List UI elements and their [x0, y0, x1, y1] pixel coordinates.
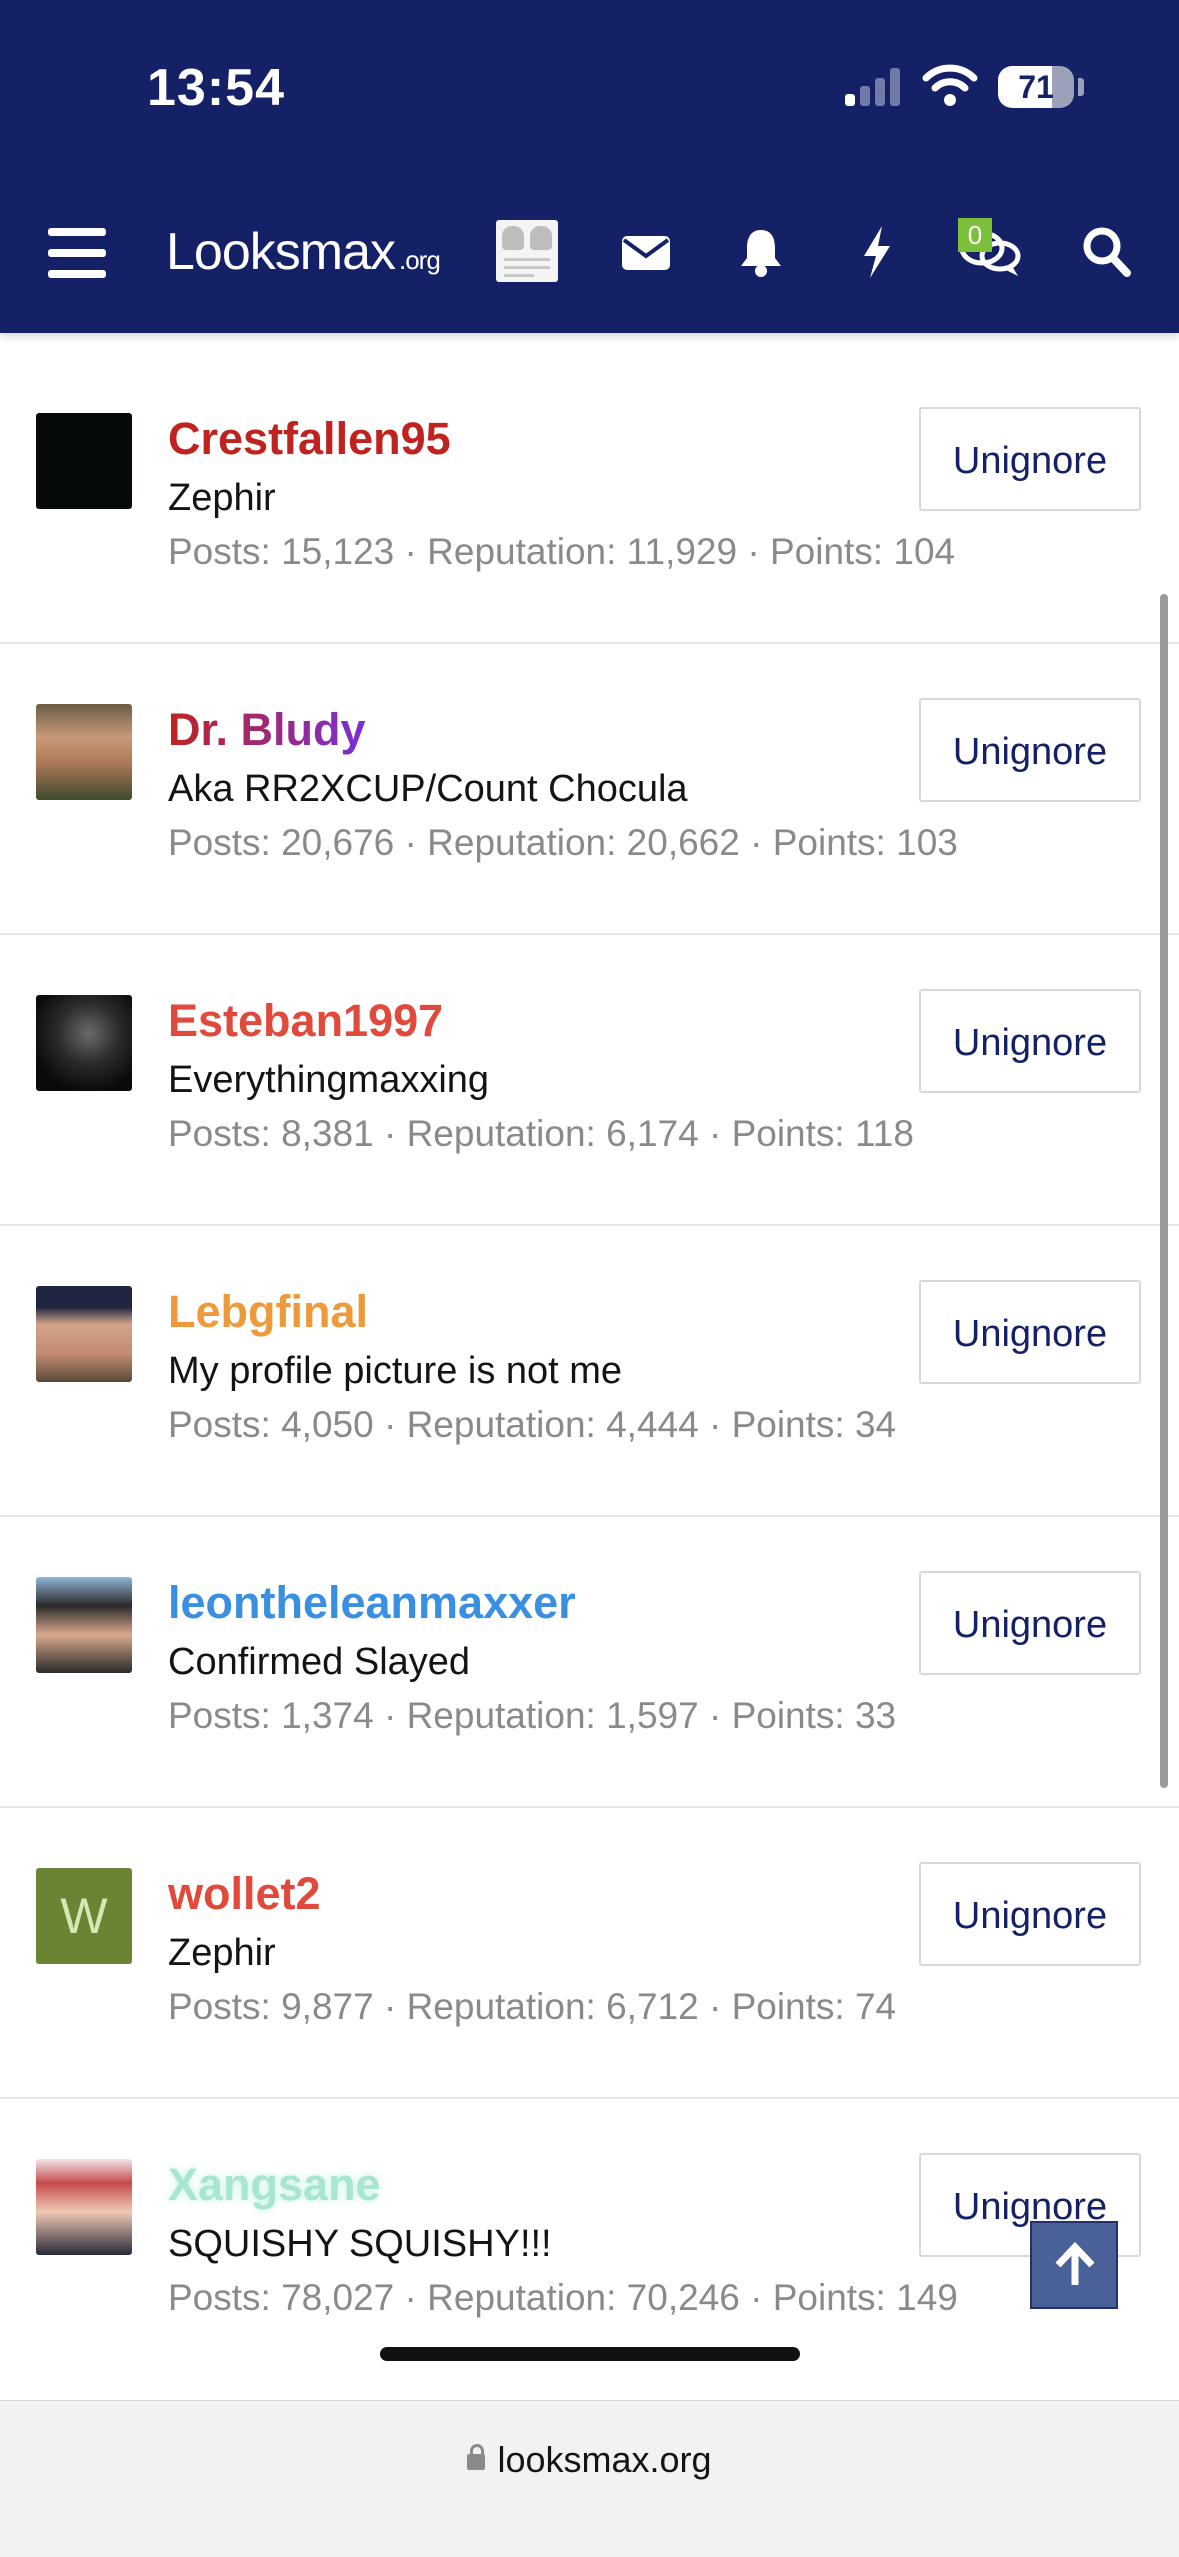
member-avatar[interactable] [36, 413, 132, 509]
wifi-icon [922, 64, 978, 106]
member-name[interactable]: Esteban1997 [168, 995, 443, 1047]
list-item: Esteban1997 Everythingmaxxing Posts: 8,3… [0, 935, 1179, 1226]
battery-icon: 71 [998, 66, 1074, 108]
top-header: 13:54 71 Looksmax .org 0 [0, 0, 1179, 333]
status-time: 13:54 [147, 59, 285, 117]
envelope-icon[interactable] [620, 232, 672, 272]
unignore-button[interactable]: Unignore [919, 1280, 1141, 1384]
address-bar[interactable]: looksmax.org [0, 2439, 1179, 2481]
ignored-members-list: Crestfallen95 Zephir Posts: 15,123 · Rep… [0, 353, 1179, 2388]
site-logo[interactable]: Looksmax .org [166, 222, 441, 282]
list-item: Crestfallen95 Zephir Posts: 15,123 · Rep… [0, 353, 1179, 644]
url-text: looksmax.org [497, 2439, 712, 2480]
battery-percent: 71 [1018, 69, 1054, 105]
member-stats: Posts: 1,374 · Reputation: 1,597 · Point… [168, 1695, 897, 1736]
member-stats: Posts: 20,676 · Reputation: 20,662 · Poi… [168, 822, 958, 863]
menu-icon[interactable] [48, 228, 106, 278]
member-title: Everythingmaxxing [168, 1059, 490, 1101]
unignore-button[interactable]: Unignore [919, 698, 1141, 802]
member-avatar[interactable] [36, 704, 132, 800]
scroll-to-top-button[interactable] [1030, 2221, 1118, 2309]
member-name[interactable]: Xangsane [168, 2159, 381, 2211]
member-name[interactable]: Lebgfinal [168, 1286, 368, 1338]
unignore-button[interactable]: Unignore [919, 989, 1141, 1093]
battery-tip [1078, 78, 1084, 96]
member-stats: Posts: 15,123 · Reputation: 11,929 · Poi… [168, 531, 956, 572]
member-avatar[interactable]: W [36, 1868, 132, 1964]
list-item: Lebgfinal My profile picture is not me P… [0, 1226, 1179, 1517]
member-avatar[interactable] [36, 995, 132, 1091]
member-avatar[interactable] [36, 2159, 132, 2255]
alerts-count-badge: 0 [958, 218, 992, 252]
member-stats: Posts: 78,027 · Reputation: 70,246 · Poi… [168, 2277, 958, 2318]
home-indicator[interactable] [380, 2347, 800, 2361]
member-avatar[interactable] [36, 1577, 132, 1673]
browser-bottom-bar: looksmax.org [0, 2400, 1179, 2557]
member-title: Confirmed Slayed [168, 1641, 471, 1683]
lightning-icon[interactable] [860, 224, 894, 280]
member-stats: Posts: 9,877 · Reputation: 6,712 · Point… [168, 1986, 897, 2027]
arrow-up-icon [1055, 2241, 1095, 2285]
member-name[interactable]: leontheleanmaxxer [168, 1577, 576, 1629]
user-avatar-thumbnail[interactable] [496, 220, 558, 282]
list-item: Dr. Bludy Aka RR2XCUP/Count Chocula Post… [0, 644, 1179, 935]
list-item: W wollet2 Zephir Posts: 9,877 · Reputati… [0, 1808, 1179, 2099]
unignore-button[interactable]: Unignore [919, 1571, 1141, 1675]
logo-main: Looksmax [166, 223, 396, 281]
bell-icon[interactable] [738, 226, 784, 278]
member-title: Aka RR2XCUP/Count Chocula [168, 768, 688, 810]
member-name[interactable]: Crestfallen95 [168, 413, 451, 465]
cellular-signal-icon [845, 66, 905, 106]
lock-icon [467, 2444, 486, 2471]
member-stats: Posts: 4,050 · Reputation: 4,444 · Point… [168, 1404, 897, 1445]
member-title: My profile picture is not me [168, 1350, 623, 1392]
logo-suffix: .org [399, 245, 441, 275]
unignore-button[interactable]: Unignore [919, 1862, 1141, 1966]
member-avatar[interactable] [36, 1286, 132, 1382]
member-title: Zephir [168, 477, 276, 519]
list-item: Xangsane SQUISHY SQUISHY!!! Posts: 78,02… [0, 2099, 1179, 2388]
scrollbar[interactable] [1160, 594, 1168, 1788]
search-icon[interactable] [1082, 226, 1132, 278]
member-name[interactable]: Dr. Bludy [168, 704, 366, 756]
member-name[interactable]: wollet2 [168, 1868, 321, 1920]
member-stats: Posts: 8,381 · Reputation: 6,174 · Point… [168, 1113, 914, 1154]
list-item: leontheleanmaxxer Confirmed Slayed Posts… [0, 1517, 1179, 1808]
unignore-button[interactable]: Unignore [919, 407, 1141, 511]
member-title: SQUISHY SQUISHY!!! [168, 2223, 552, 2265]
member-title: Zephir [168, 1932, 276, 1974]
